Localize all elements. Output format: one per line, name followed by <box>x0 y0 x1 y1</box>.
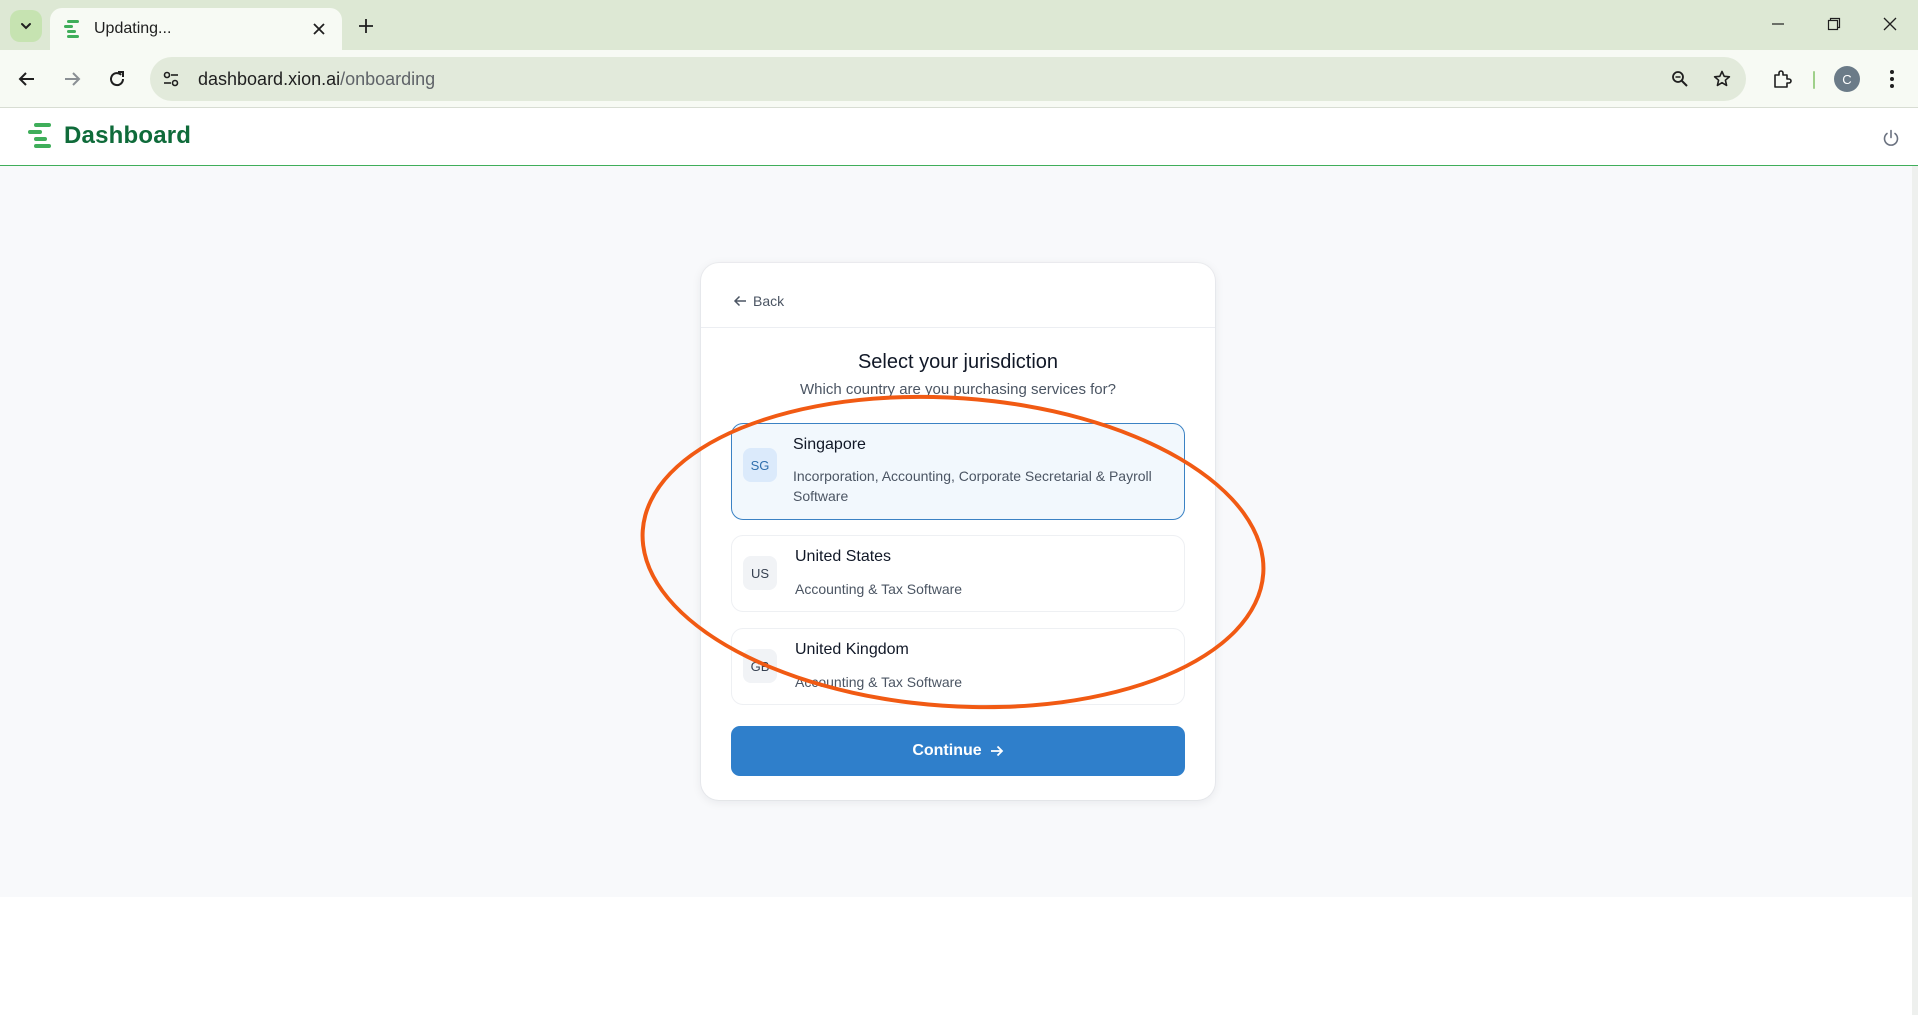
site-info-button[interactable] <box>154 62 188 96</box>
country-code-badge: GB <box>743 649 777 683</box>
kebab-menu-icon <box>1890 70 1894 88</box>
back-link[interactable]: Back <box>733 293 784 309</box>
minimize-icon <box>1772 23 1784 25</box>
xion-logo-icon <box>64 20 79 38</box>
option-description: Incorporation, Accounting, Corporate Sec… <box>793 468 1152 504</box>
window-close-button[interactable] <box>1862 6 1918 42</box>
site-info-icon <box>163 71 179 87</box>
option-description: Accounting & Tax Software <box>795 674 963 690</box>
forward-arrow-icon <box>65 72 81 86</box>
option-name: United States <box>795 548 892 565</box>
restore-button[interactable] <box>1806 6 1862 42</box>
plus-icon <box>359 19 373 33</box>
minimize-button[interactable] <box>1750 6 1806 42</box>
tab-title: Updating... <box>94 20 172 37</box>
continue-button[interactable]: Continue <box>731 726 1185 776</box>
main-content: Back Select your jurisdiction Which coun… <box>0 166 1918 897</box>
tab-close-button[interactable] <box>308 18 330 40</box>
page-title: Select your jurisdiction <box>857 351 1059 373</box>
close-icon <box>313 23 325 35</box>
xion-logo-icon <box>28 123 51 148</box>
tab-search-button[interactable] <box>10 10 42 42</box>
jurisdiction-card: Back Select your jurisdiction Which coun… <box>701 263 1215 800</box>
toolbar-divider <box>1813 71 1815 89</box>
back-arrow-icon <box>18 72 34 86</box>
window-close-icon <box>1883 17 1897 31</box>
url-text[interactable]: dashboard.xion.ai/onboarding <box>198 69 1662 90</box>
arrow-left-icon <box>733 295 746 307</box>
page-subtitle: Which country are you purchasing service… <box>800 381 1116 398</box>
brand-link[interactable]: Dashboard <box>26 122 191 150</box>
option-united-kingdom[interactable]: GB United Kingdom Accounting & Tax Softw… <box>731 628 1185 705</box>
restore-icon <box>1827 17 1841 31</box>
brand-name: Dashboard <box>64 122 192 149</box>
continue-label: Continue <box>912 742 982 759</box>
app-header: Dashboard <box>0 108 1918 166</box>
browser-toolbar: dashboard.xion.ai/onboarding C <box>0 50 1918 108</box>
country-code-badge: US <box>743 556 777 590</box>
option-description: Accounting & Tax Software <box>795 581 963 597</box>
chevron-down-icon <box>21 23 31 30</box>
browser-tab-active[interactable]: Updating... <box>50 8 342 50</box>
browser-tabstrip: Updating... <box>0 0 1918 50</box>
zoom-button[interactable] <box>1662 61 1698 97</box>
zoom-icon <box>1672 71 1688 87</box>
profile-button[interactable]: C <box>1829 61 1865 97</box>
back-label: Back <box>753 293 785 309</box>
extensions-button[interactable] <box>1764 61 1800 97</box>
star-icon <box>1713 70 1731 87</box>
browser-menu-button[interactable] <box>1874 61 1910 97</box>
address-bar[interactable]: dashboard.xion.ai/onboarding <box>150 57 1746 101</box>
scrollbar-track[interactable] <box>1912 166 1918 1015</box>
extensions-icon <box>1774 70 1792 88</box>
country-code-badge: SG <box>743 448 777 482</box>
bookmark-button[interactable] <box>1704 61 1740 97</box>
logout-button[interactable] <box>1878 125 1904 151</box>
option-singapore[interactable]: SG Singapore Incorporation, Accounting, … <box>731 423 1185 520</box>
card-top-bar: Back <box>701 263 1215 328</box>
option-name: United Kingdom <box>795 641 909 658</box>
reload-button[interactable] <box>99 61 135 97</box>
arrow-right-icon <box>990 744 1004 758</box>
url-path: /onboarding <box>340 68 436 89</box>
forward-button[interactable] <box>54 61 90 97</box>
url-host: dashboard.xion.ai <box>198 68 341 89</box>
reload-icon <box>110 71 125 87</box>
power-icon <box>1883 129 1899 146</box>
new-tab-button[interactable] <box>352 12 380 40</box>
option-name: Singapore <box>793 436 866 453</box>
back-button[interactable] <box>9 61 45 97</box>
option-united-states[interactable]: US United States Accounting & Tax Softwa… <box>731 535 1185 612</box>
avatar: C <box>1834 66 1860 92</box>
